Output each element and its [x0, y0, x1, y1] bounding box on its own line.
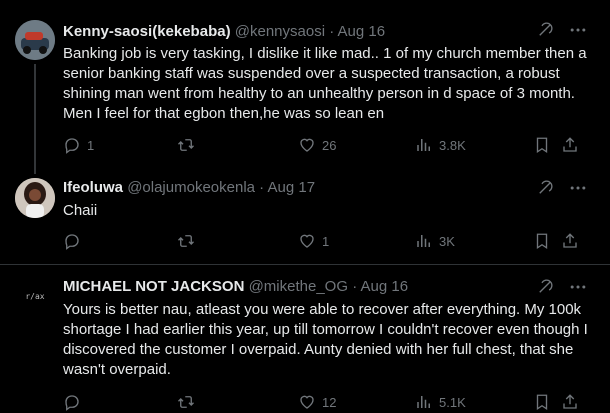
- like-count: 26: [322, 137, 337, 153]
- retweet-icon: [177, 232, 195, 250]
- like-button[interactable]: 1: [298, 232, 329, 250]
- author-name[interactable]: MICHAEL NOT JACKSON: [63, 278, 244, 295]
- retweet-button[interactable]: [177, 393, 201, 411]
- tweet-header: Kenny-saosi(kekebaba) @kennysaosi · Aug …: [63, 22, 385, 42]
- tweet-date[interactable]: Aug 16: [361, 278, 409, 295]
- bookmark-button[interactable]: [533, 232, 551, 250]
- grok-icon[interactable]: [536, 278, 554, 296]
- bookmark-icon: [533, 136, 551, 154]
- more-icon[interactable]: [568, 178, 588, 198]
- author-handle[interactable]: @kennysaosi: [235, 23, 325, 40]
- tweet-actions: 1 26 3.8K: [63, 136, 583, 156]
- author-handle[interactable]: @olajumokeokenla: [127, 179, 255, 196]
- tweet-header: Ifeoluwa @olajumokeokenla · Aug 17: [63, 178, 315, 198]
- more-icon[interactable]: [568, 20, 588, 40]
- avatar-image-icon: [15, 178, 55, 218]
- bookmark-button[interactable]: [533, 136, 551, 154]
- share-button[interactable]: [561, 393, 579, 411]
- separator: ·: [259, 179, 265, 196]
- tweet-top-icons: [536, 20, 588, 40]
- avatar[interactable]: [15, 20, 55, 60]
- like-icon: [298, 136, 316, 154]
- views-icon: [415, 232, 433, 250]
- tweet[interactable]: Kenny-saosi(kekebaba) @kennysaosi · Aug …: [0, 0, 610, 174]
- reply-button[interactable]: 1: [63, 136, 94, 154]
- views-count: 5.1K: [439, 394, 466, 410]
- views-icon: [415, 136, 433, 154]
- like-icon: [298, 393, 316, 411]
- views-button[interactable]: 3.8K: [415, 136, 466, 154]
- reply-icon: [63, 393, 81, 411]
- bookmark-button[interactable]: [533, 393, 551, 411]
- views-icon: [415, 393, 433, 411]
- like-icon: [298, 232, 316, 250]
- grok-icon[interactable]: [536, 21, 554, 39]
- share-icon: [561, 393, 579, 411]
- reply-button[interactable]: [63, 393, 87, 411]
- avatar-text: r/ax: [25, 292, 45, 301]
- like-count: 12: [322, 394, 337, 410]
- like-button[interactable]: 26: [298, 136, 336, 154]
- reply-icon: [63, 136, 81, 154]
- retweet-icon: [177, 136, 195, 154]
- tweet-actions: 12 5.1K: [63, 393, 583, 413]
- grok-icon[interactable]: [536, 179, 554, 197]
- views-button[interactable]: 5.1K: [415, 393, 466, 411]
- share-button[interactable]: [561, 136, 579, 154]
- bookmark-icon: [533, 393, 551, 411]
- retweet-button[interactable]: [177, 232, 201, 250]
- share-icon: [561, 136, 579, 154]
- like-count: 1: [322, 233, 330, 249]
- avatar[interactable]: r/ax: [15, 277, 55, 317]
- reply-count: 1: [87, 137, 95, 153]
- tweet-header: MICHAEL NOT JACKSON @mikethe_OG · Aug 16: [63, 277, 408, 297]
- tweet[interactable]: Ifeoluwa @olajumokeokenla · Aug 17 Chaii…: [0, 170, 610, 265]
- views-count: 3.8K: [439, 137, 466, 153]
- author-handle[interactable]: @mikethe_OG: [249, 278, 348, 295]
- retweet-button[interactable]: [177, 136, 201, 154]
- author-name[interactable]: Kenny-saosi(kekebaba): [63, 23, 231, 40]
- separator: ·: [329, 23, 335, 40]
- bookmark-icon: [533, 232, 551, 250]
- more-icon[interactable]: [568, 277, 588, 297]
- retweet-icon: [177, 393, 195, 411]
- thread-line: [34, 64, 36, 174]
- tweet-actions: 1 3K: [63, 232, 583, 252]
- tweet-text: Banking job is very tasking, I dislike i…: [63, 45, 587, 122]
- tweet[interactable]: r/ax MICHAEL NOT JACKSON @mikethe_OG · A…: [0, 265, 610, 400]
- avatar[interactable]: [15, 178, 55, 218]
- reply-button[interactable]: [63, 232, 87, 250]
- tweet-date[interactable]: Aug 17: [268, 179, 316, 196]
- author-name[interactable]: Ifeoluwa: [63, 179, 123, 196]
- like-button[interactable]: 12: [298, 393, 336, 411]
- share-button[interactable]: [561, 232, 579, 250]
- avatar-image-icon: [15, 20, 55, 60]
- tweet-date[interactable]: Aug 16: [338, 23, 386, 40]
- reply-icon: [63, 232, 81, 250]
- views-count: 3K: [439, 233, 455, 249]
- views-button[interactable]: 3K: [415, 232, 455, 250]
- tweet-top-icons: [536, 277, 588, 297]
- share-icon: [561, 232, 579, 250]
- tweet-text: Chaii: [63, 202, 98, 219]
- separator: ·: [352, 278, 358, 295]
- tweet-text: Yours is better nau, atleast you were ab…: [63, 301, 588, 378]
- tweet-top-icons: [536, 178, 588, 198]
